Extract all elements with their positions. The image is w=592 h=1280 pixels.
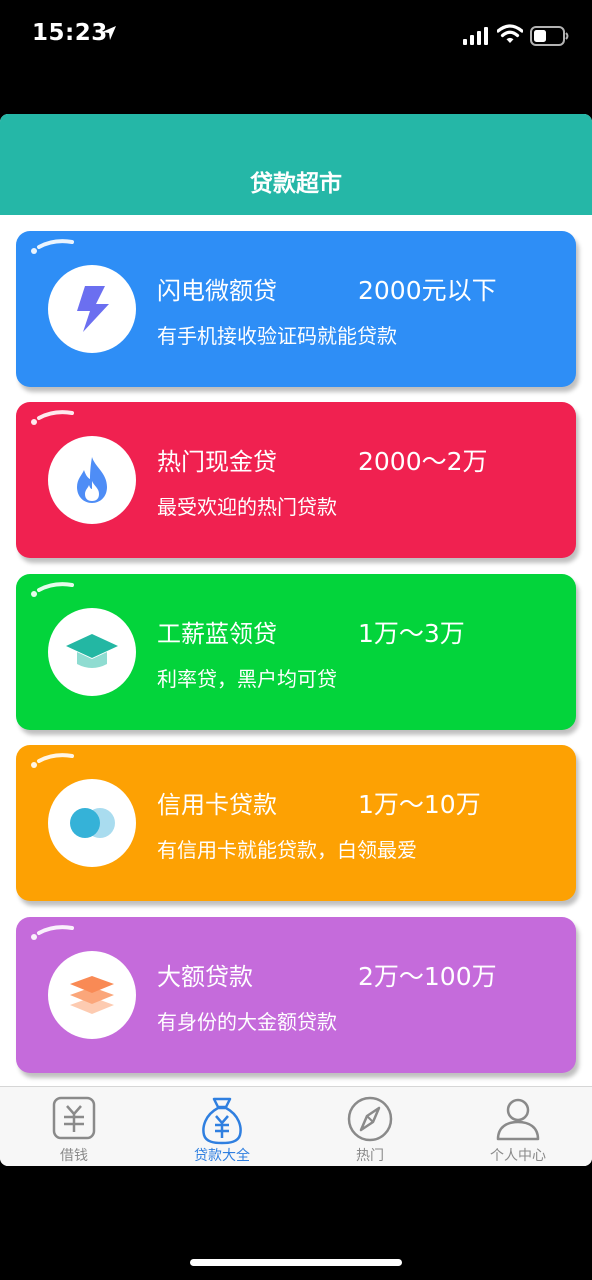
cellular-signal-icon xyxy=(463,27,488,45)
loan-card-large-amount[interactable]: 大额贷款 2万～100万 有身份的大金额贷款 xyxy=(16,917,576,1073)
tab-loan-catalog[interactable]: 贷款大全 xyxy=(148,1087,296,1166)
card-shine-decoration xyxy=(31,410,74,425)
loan-name: 信用卡贷款 xyxy=(157,791,277,819)
tab-borrow[interactable]: 借钱 xyxy=(0,1087,148,1166)
loan-description: 有信用卡就能贷款，白领最爱 xyxy=(157,838,417,862)
loan-amount: 1万～10万 xyxy=(358,790,481,819)
home-indicator[interactable] xyxy=(190,1259,402,1266)
tab-label: 热门 xyxy=(356,1148,384,1164)
tab-profile[interactable]: 个人中心 xyxy=(444,1087,592,1166)
loan-card-hot-cash[interactable]: 热门现金贷 2000～2万 最受欢迎的热门贷款 xyxy=(16,402,576,558)
card-shine-decoration xyxy=(31,582,74,597)
flame-icon xyxy=(48,436,136,524)
tab-hot[interactable]: 热门 xyxy=(296,1087,444,1166)
page-title: 贷款超市 xyxy=(250,171,342,197)
loan-amount: 2000～2万 xyxy=(358,447,488,476)
loan-card-lightning[interactable]: 闪电微额贷 2000元以下 有手机接收验证码就能贷款 xyxy=(16,231,576,387)
battery-icon xyxy=(530,26,569,46)
location-arrow-icon xyxy=(102,26,116,40)
loan-amount: 2000元以下 xyxy=(358,276,497,305)
loan-amount: 2万～100万 xyxy=(358,962,497,991)
app-screen: 贷款超市 闪电微额贷 2000元以下 有手机接收验证码就能贷款 热门现金贷 20… xyxy=(0,114,592,1166)
lightning-icon xyxy=(48,265,136,353)
card-shine-decoration xyxy=(31,753,74,768)
navigation-bar: 贷款超市 xyxy=(0,114,592,215)
loan-name: 大额贷款 xyxy=(157,963,253,991)
person-icon xyxy=(496,1098,540,1141)
wifi-icon xyxy=(497,24,523,43)
money-bag-icon xyxy=(202,1097,242,1145)
status-bar: 15:23 xyxy=(0,0,592,74)
tab-label: 借钱 xyxy=(60,1148,88,1164)
loan-description: 利率贷，黑户均可贷 xyxy=(157,667,337,691)
layers-icon xyxy=(48,951,136,1039)
status-time: 15:23 xyxy=(32,20,108,46)
loan-name: 热门现金贷 xyxy=(157,448,277,476)
loan-card-credit-card[interactable]: 信用卡贷款 1万～10万 有信用卡就能贷款，白领最爱 xyxy=(16,745,576,901)
card-shine-decoration xyxy=(31,925,74,940)
compass-icon xyxy=(347,1096,393,1142)
tab-label: 贷款大全 xyxy=(194,1148,250,1164)
card-shine-decoration xyxy=(31,239,74,254)
credit-card-circles-icon xyxy=(48,779,136,867)
loan-card-blue-collar[interactable]: 工薪蓝领贷 1万～3万 利率贷，黑户均可贷 xyxy=(16,574,576,730)
loan-description: 有身份的大金额贷款 xyxy=(157,1010,337,1034)
tab-label: 个人中心 xyxy=(490,1148,546,1164)
tab-bar: 借钱 贷款大全 热门 个人中心 xyxy=(0,1086,592,1166)
graduation-cap-icon xyxy=(48,608,136,696)
loan-name: 工薪蓝领贷 xyxy=(157,620,277,648)
loan-amount: 1万～3万 xyxy=(358,619,465,648)
loan-name: 闪电微额贷 xyxy=(157,277,277,305)
yen-box-icon xyxy=(52,1096,96,1140)
loan-description: 有手机接收验证码就能贷款 xyxy=(157,324,397,348)
loan-description: 最受欢迎的热门贷款 xyxy=(157,495,337,519)
